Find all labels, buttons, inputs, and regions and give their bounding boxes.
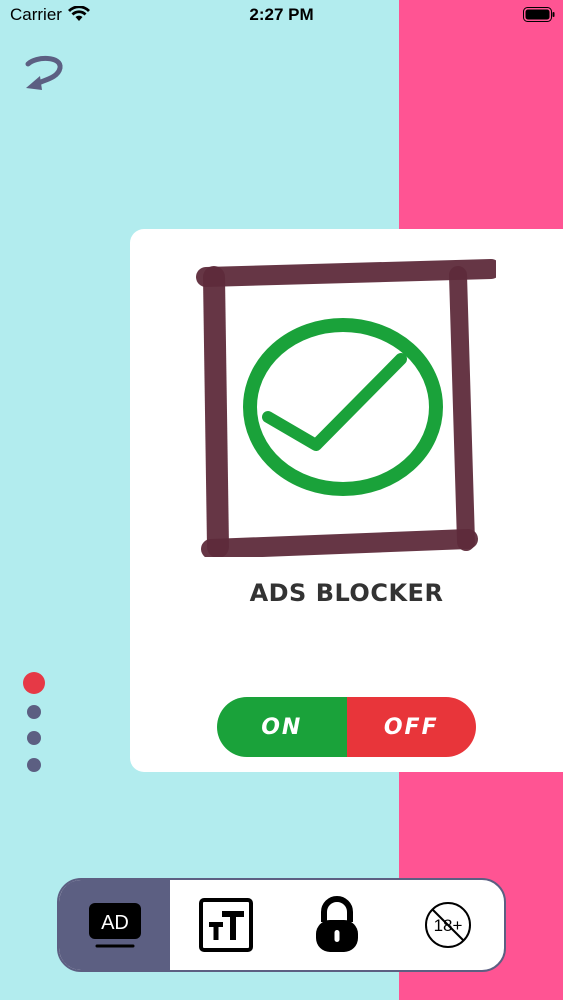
- on-button[interactable]: ON: [217, 697, 347, 757]
- feature-card: ADS BLOCKER ON OFF: [130, 229, 563, 772]
- lock-icon: [316, 896, 359, 952]
- bottom-tab-bar: AD 18+: [57, 878, 506, 972]
- tab-adult-content[interactable]: 18+: [393, 880, 504, 970]
- back-arrow-icon[interactable]: [22, 54, 66, 94]
- page-dot[interactable]: [27, 705, 41, 719]
- battery-icon: [523, 7, 555, 22]
- off-button[interactable]: OFF: [346, 697, 476, 757]
- status-bar: Carrier 2:27 PM: [0, 0, 563, 30]
- tab-ads-blocker[interactable]: AD: [59, 880, 171, 970]
- tab-lock[interactable]: [282, 880, 393, 970]
- page-dot[interactable]: [27, 758, 41, 772]
- page-dot-active[interactable]: [23, 672, 45, 694]
- check-frame-icon: [196, 259, 496, 557]
- ad-monitor-icon: AD: [88, 903, 141, 948]
- adult-content-blocked-icon: 18+: [425, 902, 472, 948]
- text-size-icon: [198, 898, 253, 952]
- adult-icon-label: 18+: [434, 916, 463, 935]
- ad-icon-label: AD: [101, 912, 129, 934]
- feature-title: ADS BLOCKER: [249, 579, 444, 607]
- tab-text-size[interactable]: [170, 880, 281, 970]
- on-off-toggle[interactable]: ON OFF: [217, 697, 476, 757]
- status-time: 2:27 PM: [249, 5, 314, 24]
- page-dot[interactable]: [27, 731, 41, 745]
